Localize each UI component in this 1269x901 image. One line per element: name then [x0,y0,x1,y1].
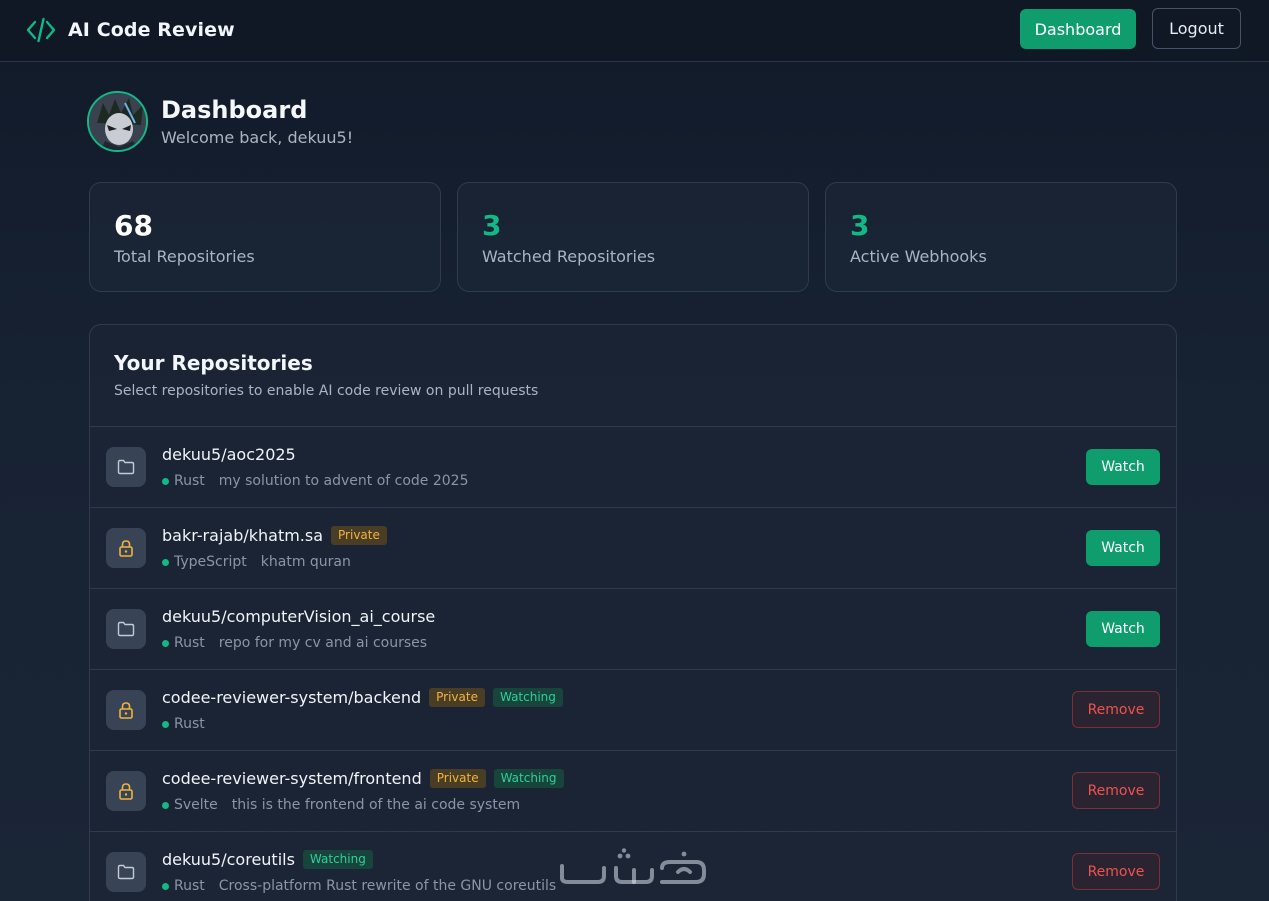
stat-card-watched-repositories: 3 Watched Repositories [457,182,809,292]
repo-language: Rust [174,716,205,732]
avatar [87,91,148,152]
repo-meta: Rust my solution to advent of code 2025 [162,473,469,489]
repo-language: Rust [174,635,205,651]
repo-name[interactable]: dekuu5/aoc2025 [162,445,296,464]
repo-language: Rust [174,878,205,894]
watch-button[interactable]: Watch [1086,449,1160,485]
language-dot [162,882,169,890]
repo-row: dekuu5/computerVision_ai_course Rust rep… [90,588,1176,669]
welcome-text: Welcome back, dekuu5! [161,128,354,147]
stat-label: Active Webhooks [850,247,987,266]
repo-name[interactable]: dekuu5/coreutils Watching [162,850,373,869]
brand[interactable]: AI Code Review [25,14,235,46]
private-badge: Private [429,769,486,788]
logout-button[interactable]: Logout [1152,8,1241,49]
remove-button[interactable]: Remove [1072,691,1160,728]
language-dot [162,639,169,647]
watching-badge: Watching [302,850,373,869]
private-badge: Private [331,526,387,545]
repo-meta: TypeScript khatm quran [162,554,351,570]
dashboard-button[interactable]: Dashboard [1020,9,1136,49]
page-title: Dashboard [161,96,308,124]
language-dot [162,477,169,485]
repo-row: bakr-rajab/khatm.sa Private TypeScript k… [90,507,1176,588]
lock-icon [106,528,146,568]
repo-language: TypeScript [174,554,247,570]
repo-name[interactable]: codee-reviewer-system/backend Private Wa… [162,688,563,707]
repo-language: Rust [174,473,205,489]
repo-meta: Rust Cross-platform Rust rewrite of the … [162,878,556,894]
stat-label: Total Repositories [114,247,255,266]
language-dot [162,801,169,809]
repo-description: this is the frontend of the ai code syst… [231,797,521,813]
repo-row: codee-reviewer-system/backend Private Wa… [90,669,1176,750]
repo-description: my solution to advent of code 2025 [218,473,469,489]
stat-card-total-repositories: 68 Total Repositories [89,182,441,292]
app-title: AI Code Review [68,19,235,41]
repo-meta: Rust repo for my cv and ai courses [162,635,427,651]
repo-language: Svelte [174,797,218,813]
stat-label: Watched Repositories [482,247,656,266]
repo-description: khatm quran [260,554,351,570]
language-dot [162,720,169,728]
watermark-logo [560,848,706,884]
panel-title: Your Repositories [114,351,313,375]
repo-description: repo for my cv and ai courses [218,635,428,651]
code-icon [25,14,57,46]
repositories-panel: Your Repositories Select repositories to… [89,324,1177,901]
lock-icon [106,690,146,730]
private-badge: Private [429,688,485,707]
language-dot [162,558,169,566]
folder-icon [106,609,146,649]
repo-description: Cross-platform Rust rewrite of the GNU c… [218,878,557,894]
repo-row: dekuu5/aoc2025 Rust my solution to adven… [90,426,1176,507]
folder-icon [106,447,146,487]
repo-meta: Rust [162,716,205,732]
repo-meta: Svelte this is the frontend of the ai co… [162,797,520,813]
stat-value: 68 [114,209,153,242]
remove-button[interactable]: Remove [1072,853,1160,890]
watch-button[interactable]: Watch [1086,611,1160,647]
stat-value: 3 [850,209,870,242]
remove-button[interactable]: Remove [1072,772,1160,809]
watching-badge: Watching [492,688,563,707]
top-navbar: AI Code Review Dashboard Logout [0,0,1269,62]
repo-name[interactable]: codee-reviewer-system/frontend Private W… [162,769,564,788]
lock-icon [106,771,146,811]
watch-button[interactable]: Watch [1086,530,1160,566]
repo-row: codee-reviewer-system/frontend Private W… [90,750,1176,831]
stat-card-active-webhooks: 3 Active Webhooks [825,182,1177,292]
folder-icon [106,852,146,892]
panel-subtitle: Select repositories to enable AI code re… [114,383,539,399]
watching-badge: Watching [493,769,564,788]
stat-value: 3 [482,209,502,242]
repo-name[interactable]: dekuu5/computerVision_ai_course [162,607,435,626]
repo-name[interactable]: bakr-rajab/khatm.sa Private [162,526,387,545]
